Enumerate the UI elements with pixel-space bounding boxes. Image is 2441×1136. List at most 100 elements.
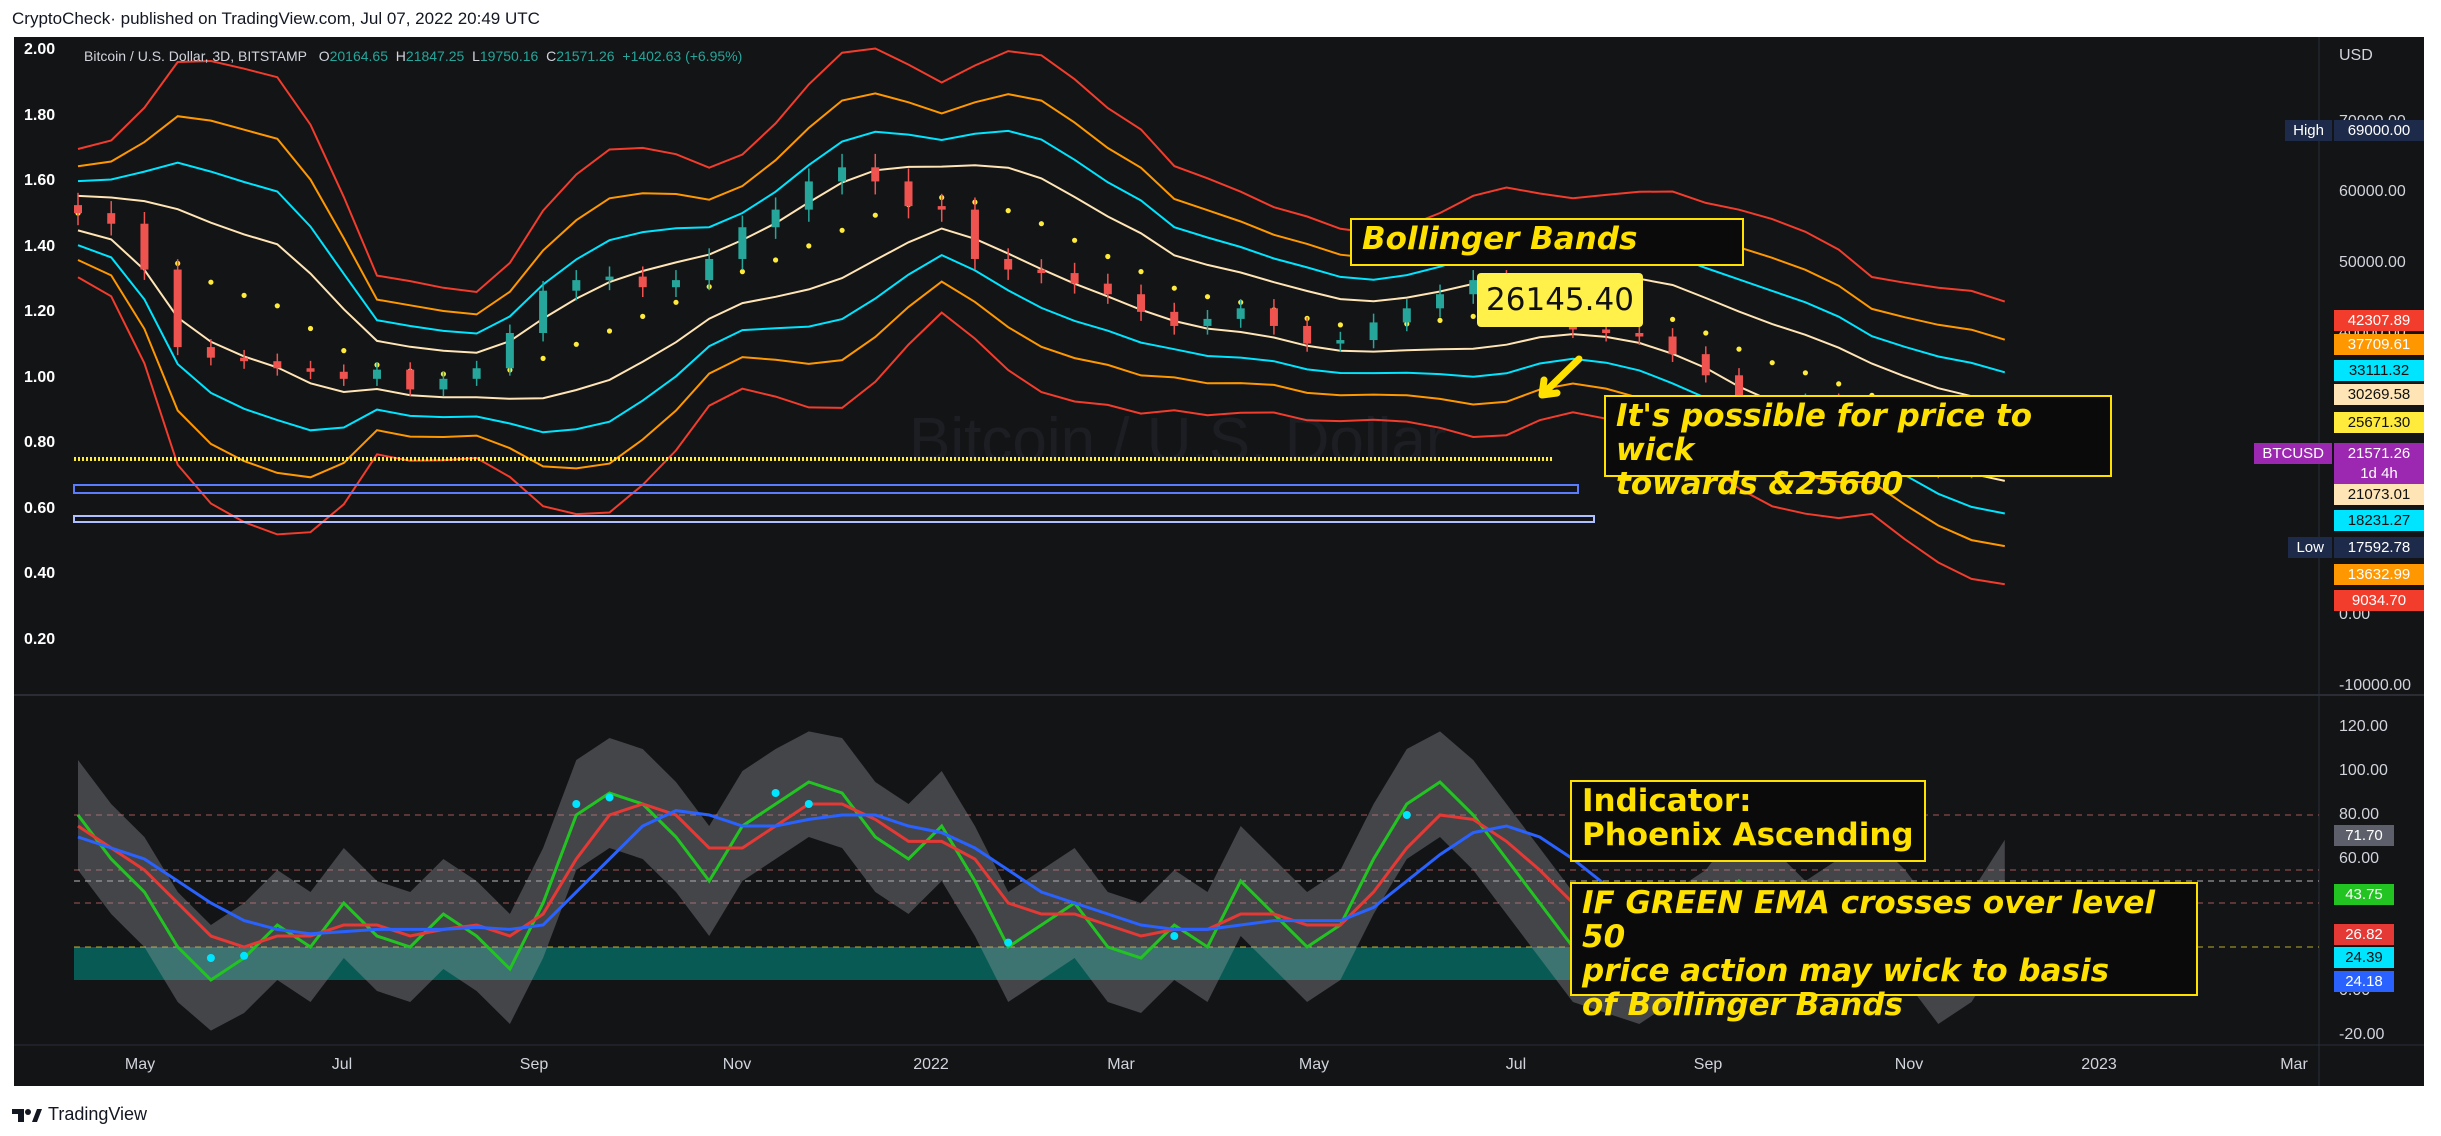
price-label: 33111.32 [2334,360,2424,381]
x-axis-tick: Sep [1693,1056,1723,1073]
low-value: 19750.16 [479,48,539,64]
left-axis-tick: 1.60 [24,172,56,189]
support-zone-2 [73,515,1595,523]
high-value: 21847.25 [405,48,465,64]
candle-body [638,276,647,288]
basis-dot [1470,313,1476,319]
candle-body [472,368,481,379]
basis-dot [1171,285,1177,291]
left-axis-tick: 2.00 [24,41,56,58]
candle-body [838,167,847,182]
candle-body [1103,283,1112,295]
basis-dot [208,279,214,285]
basis-dot [1204,294,1211,300]
left-axis-tick: 0.20 [24,630,56,648]
x-axis-tick: May [1298,1056,1330,1073]
basis-dot [1105,253,1111,260]
candle-body [1269,308,1278,326]
basis-dot [739,269,746,275]
price-label-tag: BTCUSD [2254,443,2332,464]
basis-dot [573,341,579,347]
right-axis-tick: 60000.00 [2339,183,2406,200]
candle-body [1668,336,1677,355]
candle-body [1635,333,1644,337]
left-axis-tick: 1.00 [24,368,56,386]
bollinger-annotation-text: Bollinger Bands [1362,221,1638,257]
candle-body [173,269,182,348]
basis-dot [1802,370,1808,376]
candle-body [140,223,149,270]
price-label: 37709.61 [2334,334,2424,355]
basis-dot [606,328,613,334]
candle-body [804,181,813,210]
x-axis-tick: 2022 [913,1056,949,1073]
candle-body [1203,318,1212,326]
cross-dot [240,951,249,960]
candle-body [1701,354,1710,376]
osc-price-label: 43.75 [2334,884,2394,905]
wick-annotation-line2: towards &25600 [1616,466,1904,502]
price-label: 18231.27 [2334,510,2424,531]
basis-dot [640,313,646,319]
x-axis-tick: Mar [1107,1056,1135,1073]
candle-body [1004,258,1013,270]
x-axis-tick: Jul [331,1056,353,1073]
x-axis-tick: Nov [722,1056,752,1073]
basis-dot [1769,360,1775,366]
candle-body [240,357,249,362]
x-axis-tick: May [124,1056,156,1073]
ema-annotation-line1: IF GREEN EMA crosses over level 50 [1582,885,2155,955]
basis-dot [1670,316,1676,322]
candle-body [970,209,979,259]
candle-body [605,276,614,281]
basis-dot [1736,346,1742,352]
price-label: 25671.30 [2334,412,2424,433]
osc-price-label: 24.18 [2334,971,2394,992]
basis-dot [673,299,679,305]
candle-body [406,369,415,390]
wick-annotation-line1: It's possible for price to wick [1616,398,2033,468]
close-label: C [546,48,557,64]
price-label: 21073.01 [2334,484,2424,505]
tradingview-logo[interactable]: TradingView [12,1104,147,1125]
candle-body [1137,294,1146,312]
candle-body [904,181,913,207]
basis-dot [540,355,546,361]
candle-body [1037,269,1046,274]
x-axis-tick: Sep [519,1056,549,1073]
open-label: O [318,48,330,64]
price-label: 17592.78 [2334,537,2424,558]
basis-dot [274,303,280,309]
candle-body [339,371,348,379]
basis-dot [341,348,347,354]
chart-area[interactable]: Bollinger Bands 26145.40 It's possible f… [14,37,2424,1086]
x-axis-tick: Jul [1505,1056,1527,1073]
symbol-legend[interactable]: Bitcoin / U.S. Dollar, 3D, BITSTAMP O201… [84,48,742,64]
candle-body [937,206,946,210]
osc-price-label: 71.70 [2334,825,2394,846]
x-axis-tick: Nov [1894,1056,1924,1073]
price-label: 30269.58 [2334,384,2424,405]
osc-price-label: 24.39 [2334,947,2394,968]
support-zone-1 [73,484,1579,494]
basis-dot [773,257,779,263]
osc-price-label: 26.82 [2334,924,2394,945]
ema-annotation-line2: price action may wick to basis [1582,953,2110,989]
basis-dot [1337,322,1343,328]
basis-dot [1703,330,1709,336]
bb-upper-cream [77,164,2006,406]
candle-body [505,333,514,369]
price-label-countdown: 1d 4h [2334,463,2424,484]
candle-body [1236,308,1245,319]
price-callout-value: 26145.40 [1486,282,1634,318]
candle-body [1336,340,1345,344]
basis-dot [241,292,247,298]
close-value: 21571.26 [556,48,615,64]
candle-body [1070,273,1079,284]
candle-body [74,205,82,214]
left-axis-tick: 0.60 [24,499,56,517]
cross-dot [206,954,215,962]
cross-dot [804,800,813,808]
candle-body [738,227,747,259]
candle-body [306,368,315,372]
